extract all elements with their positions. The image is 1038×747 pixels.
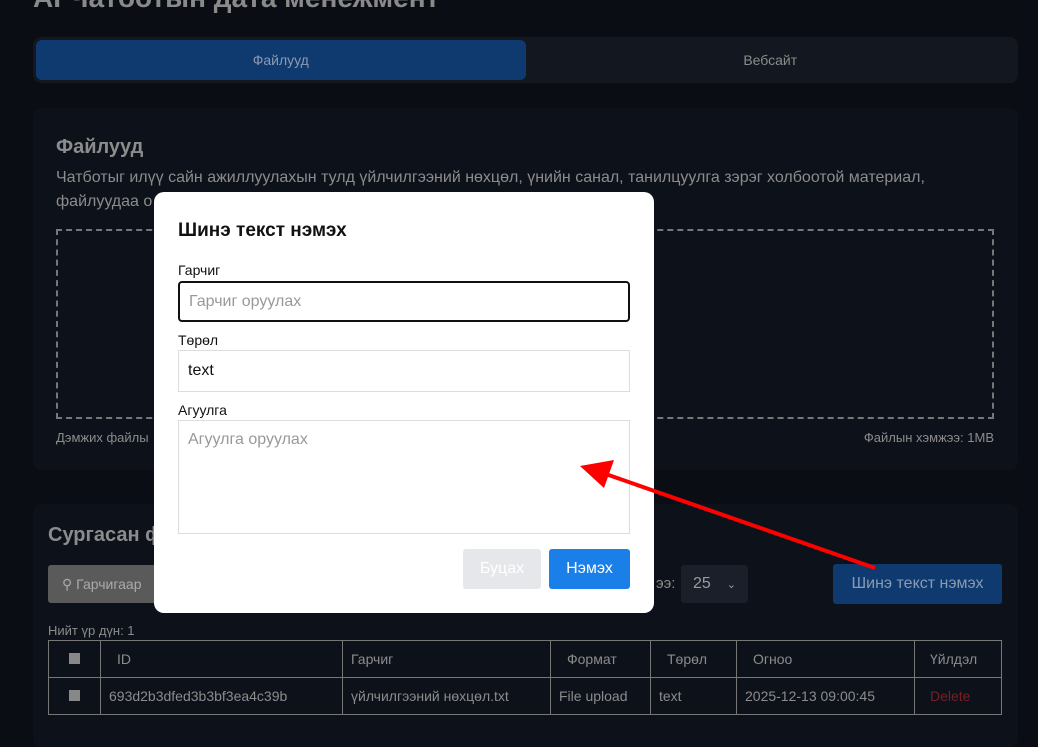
annotation-arrow [580, 460, 876, 570]
arrow-line [599, 470, 876, 570]
arrow-head [580, 460, 614, 488]
